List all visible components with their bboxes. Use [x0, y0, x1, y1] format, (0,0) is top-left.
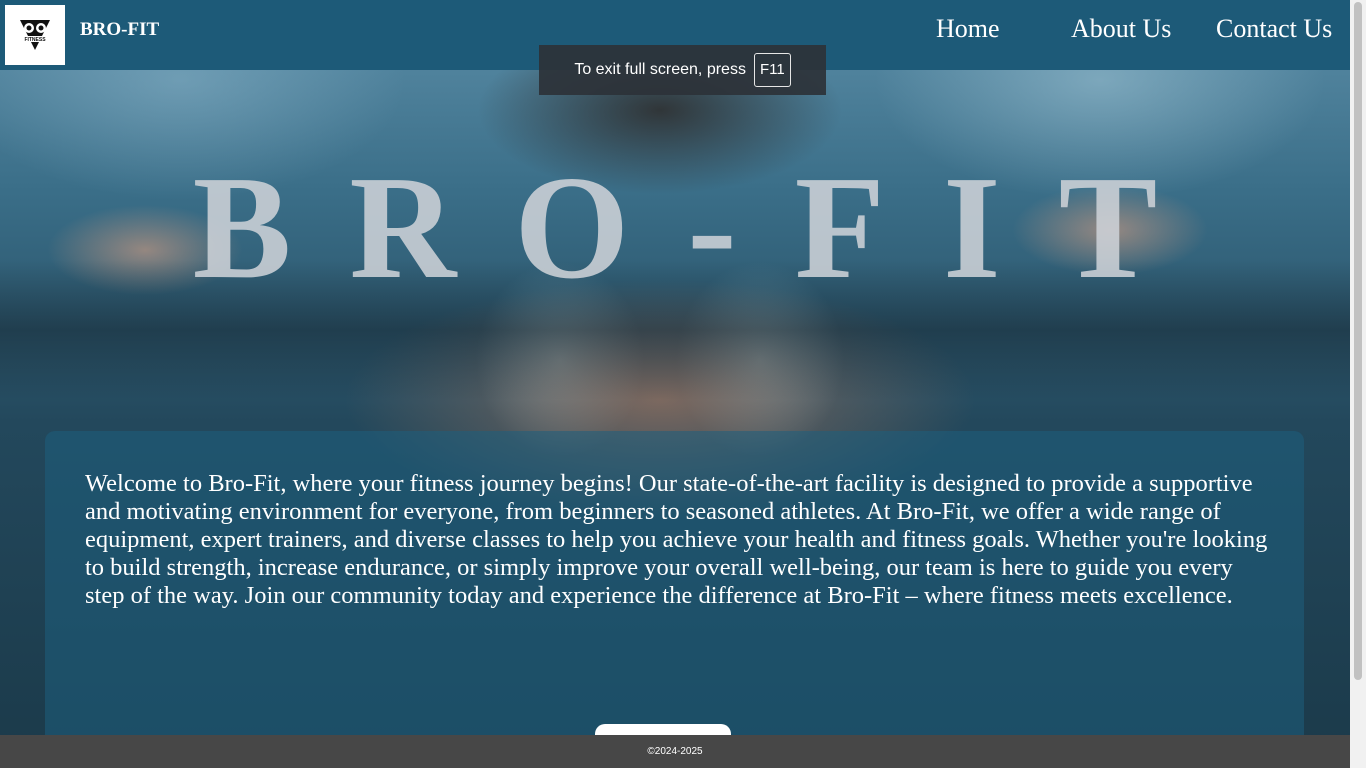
- copyright-text: ©2024-2025: [647, 746, 703, 757]
- nav-about-link[interactable]: About Us: [1071, 14, 1171, 44]
- f11-key-badge: F11: [753, 53, 791, 87]
- brand-name: BRO-FIT: [80, 19, 160, 40]
- scrollbar-thumb[interactable]: [1354, 2, 1362, 680]
- nav-contact-link[interactable]: Contact Us: [1216, 14, 1332, 44]
- welcome-text: Welcome to Bro-Fit, where your fitness j…: [85, 470, 1268, 609]
- welcome-card: Welcome to Bro-Fit, where your fitness j…: [45, 431, 1304, 764]
- logo-icon: FITNESS: [20, 20, 50, 50]
- hero-title: BRO-FIT: [192, 146, 1216, 310]
- vertical-scrollbar[interactable]: [1350, 0, 1366, 768]
- logo-text: FITNESS: [24, 37, 46, 43]
- logo[interactable]: FITNESS: [5, 5, 65, 65]
- toast-message: To exit full screen, press: [574, 61, 746, 78]
- site-footer: ©2024-2025: [0, 735, 1350, 768]
- fullscreen-exit-toast: To exit full screen, press F11: [539, 45, 826, 95]
- nav-home-link[interactable]: Home: [936, 14, 1000, 44]
